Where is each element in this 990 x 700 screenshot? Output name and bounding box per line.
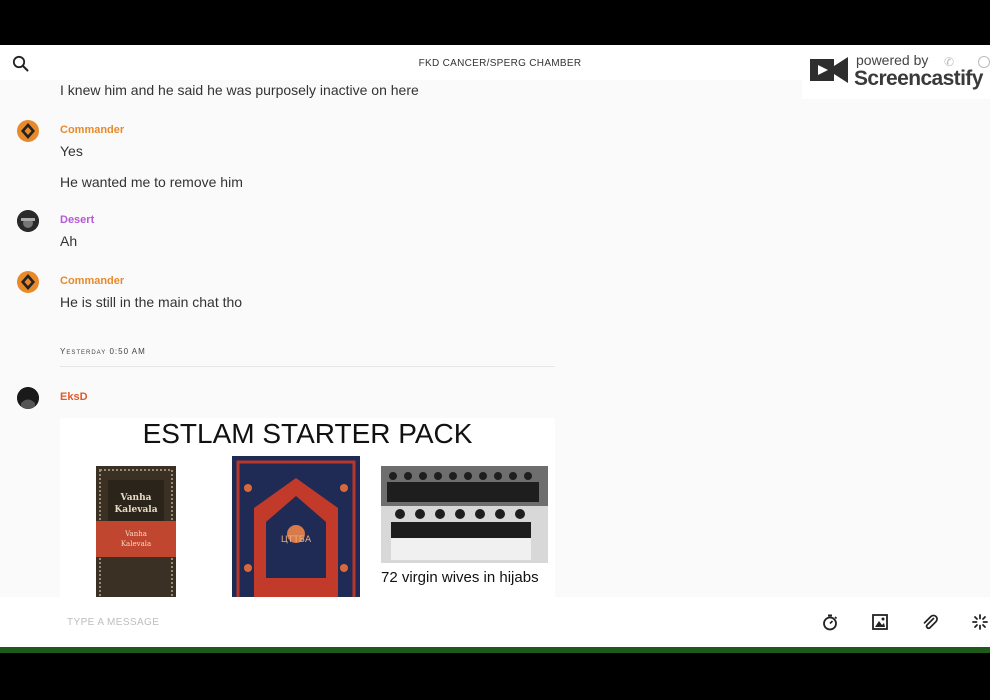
group-photo: [381, 466, 548, 563]
image-caption-text: 72 virgin wives in hijabs: [381, 569, 539, 586]
rug-picture: ЦТТБА: [232, 456, 360, 597]
book-text-1: Vanha: [120, 493, 152, 503]
message-text: He is still in the main chat tho: [60, 294, 243, 310]
attachment-icon[interactable]: [921, 613, 939, 631]
book-text-2: Kalevala: [114, 505, 157, 515]
message-author[interactable]: Commander: [60, 275, 124, 287]
timer-icon[interactable]: [821, 613, 839, 631]
info-icon[interactable]: [978, 56, 990, 68]
avatar[interactable]: [17, 210, 39, 232]
message-author[interactable]: Commander: [60, 124, 124, 136]
image-icon[interactable]: [871, 613, 889, 631]
recording-letterbox-top: [0, 0, 990, 45]
book-band-text-2: Kalevala: [121, 540, 151, 548]
message-text: I knew him and he said he was purposely …: [60, 82, 419, 98]
avatar[interactable]: [17, 271, 39, 293]
rug-text: ЦТТБА: [281, 535, 312, 545]
recording-letterbox-bottom: [0, 653, 990, 700]
screencastify-watermark: powered by Screencastify ✆: [802, 47, 990, 99]
chat-app: FKD CANCER/SPERG CHAMBER I knew him and …: [0, 45, 990, 647]
message-image[interactable]: ESTLAM STARTER PACK Vanha Kalevala Vanha…: [60, 418, 555, 597]
book-band-text-1: Vanha: [124, 530, 147, 538]
message-list[interactable]: I knew him and he said he was purposely …: [0, 80, 990, 597]
divider-line: [60, 366, 555, 367]
phone-icon[interactable]: ✆: [944, 55, 954, 69]
watermark-powered-by: powered by: [856, 52, 929, 68]
date-divider: Yesterday 0:50 AM: [60, 347, 146, 356]
message-input[interactable]: [60, 607, 760, 637]
screencastify-logo-icon: [808, 53, 852, 87]
avatar[interactable]: [17, 387, 39, 409]
sparkle-icon[interactable]: [971, 613, 989, 631]
message-text: He wanted me to remove him: [60, 174, 243, 190]
message-text: Ah: [60, 233, 78, 249]
watermark-brand: Screencastify: [854, 67, 983, 90]
message-author[interactable]: EksD: [60, 391, 88, 403]
message-composer: [0, 597, 990, 647]
message-text: Yes: [60, 143, 83, 159]
avatar[interactable]: [17, 120, 39, 142]
message-author[interactable]: Desert: [60, 214, 94, 226]
book-picture: Vanha Kalevala Vanha Kalevala: [96, 466, 176, 597]
